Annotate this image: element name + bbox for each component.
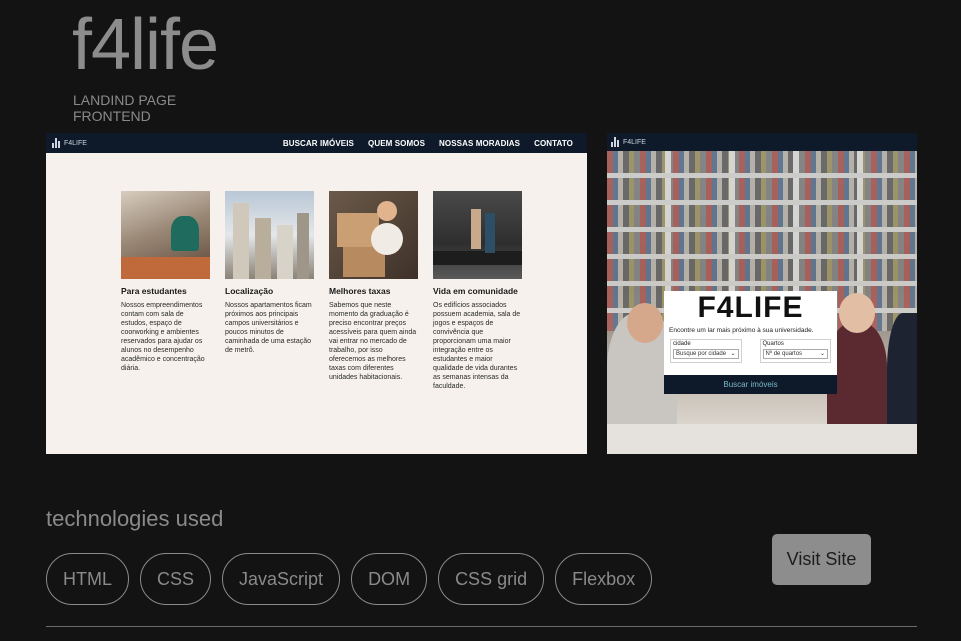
- search-preview-image: F4LIFE F4LIFE Encontre um lar mais próxi…: [607, 133, 917, 454]
- person-head-shape: [627, 303, 663, 343]
- tech-pill-dom: DOM: [351, 553, 428, 605]
- feature-cards: Para estudantes Nossos empreendimentos c…: [121, 191, 522, 391]
- project-subtitle: LANDIND PAGE FRONTEND: [73, 92, 176, 124]
- tech-pill-flexbox: Flexbox: [555, 553, 653, 605]
- city-field: cidade Busque por cidade ⌄: [670, 339, 742, 363]
- city-photo: [225, 191, 314, 279]
- preview-navbar: F4LIFE: [607, 133, 917, 151]
- moving-boxes-photo: [329, 191, 418, 279]
- logo-bars-icon: [611, 137, 619, 147]
- tech-list: HTML CSS JavaScript DOM CSS grid Flexbox: [46, 553, 653, 605]
- feature-card: Localização Nossos apartamentos ficam pr…: [225, 191, 314, 391]
- tech-pill-css: CSS: [140, 553, 212, 605]
- chevron-down-icon: ⌄: [819, 351, 825, 357]
- preview-navbar: F4LIFE BUSCAR IMÓVEIS QUEM SOMOS NOSSAS …: [46, 133, 587, 153]
- feature-card: Para estudantes Nossos empreendimentos c…: [121, 191, 210, 391]
- search-hint: Encontre um lar mais próximo à sua unive…: [669, 327, 814, 334]
- rooms-select: Nº de quartos ⌄: [762, 349, 828, 359]
- card-text: Sabemos que neste momento da graduação é…: [329, 302, 417, 381]
- card-title: Vida em comunidade: [433, 286, 518, 296]
- nav-link-moradias: NOSSAS MORADIAS: [439, 138, 521, 148]
- nav-link-buscar: BUSCAR IMÓVEIS: [282, 138, 354, 148]
- preview-logo: F4LIFE: [52, 138, 87, 148]
- table-shape: [607, 424, 917, 454]
- card-text: Nossos apartamentos ficam próximos aos p…: [225, 302, 312, 354]
- card-text: Nossos empreendimentos contam com sala d…: [121, 302, 205, 372]
- card-title: Localização: [225, 286, 274, 296]
- city-select: Busque por cidade ⌄: [673, 349, 739, 359]
- card-title: Melhores taxas: [329, 286, 391, 296]
- tech-pill-html: HTML: [46, 553, 129, 605]
- landing-preview-image: F4LIFE BUSCAR IMÓVEIS QUEM SOMOS NOSSAS …: [46, 133, 587, 454]
- visit-site-button[interactable]: Visit Site: [772, 534, 871, 585]
- project-title: f4life: [72, 5, 219, 85]
- divider: [46, 626, 917, 627]
- subtitle-line-2: FRONTEND: [73, 108, 151, 124]
- search-properties-button: Buscar imóveis: [664, 375, 837, 394]
- nav-link-contato: CONTATO: [534, 138, 573, 148]
- feature-card: Vida em comunidade Os edifícios associad…: [433, 191, 522, 391]
- rooms-field: Quartos Nº de quartos ⌄: [759, 339, 831, 363]
- subtitle-line-1: LANDIND PAGE: [73, 92, 177, 108]
- technologies-heading: technologies used: [46, 506, 224, 531]
- preview-nav-links: BUSCAR IMÓVEIS QUEM SOMOS NOSSAS MORADIA…: [283, 139, 573, 148]
- gym-photo: [433, 191, 522, 279]
- feature-card: Melhores taxas Sabemos que neste momento…: [329, 191, 418, 391]
- chevron-down-icon: ⌄: [730, 351, 736, 357]
- card-text: Os edifícios associados possuem academia…: [433, 302, 521, 390]
- preview-logo-text: F4LIFE: [623, 138, 646, 146]
- card-title: Para estudantes: [121, 286, 187, 296]
- students-photo: [121, 191, 210, 279]
- tech-pill-css-grid: CSS grid: [438, 553, 545, 605]
- nav-link-quem-somos: QUEM SOMOS: [368, 138, 426, 148]
- tech-pill-javascript: JavaScript: [222, 553, 341, 605]
- hero-title: F4LIFE: [697, 291, 804, 324]
- logo-bars-icon: [52, 138, 60, 148]
- person-head-shape: [839, 293, 875, 333]
